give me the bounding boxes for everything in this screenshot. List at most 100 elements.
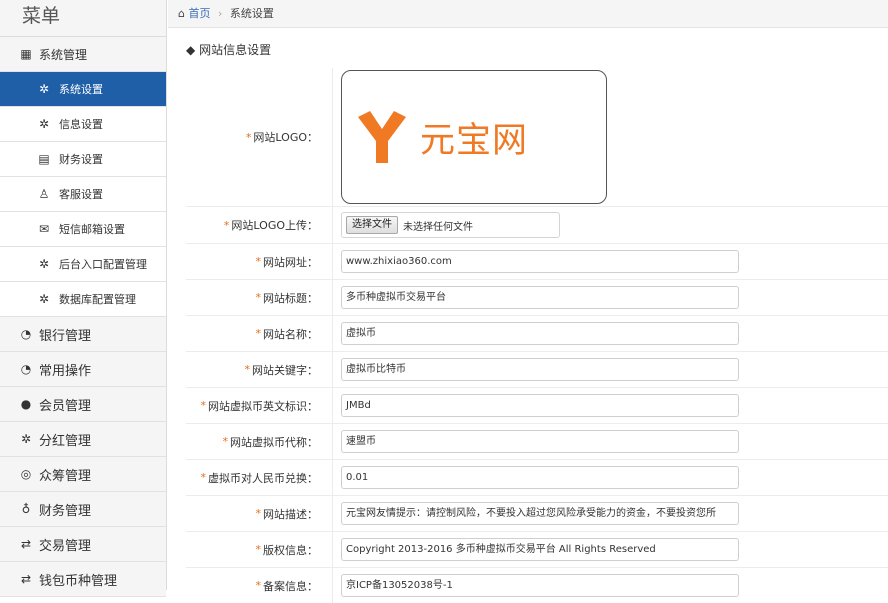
- text-input[interactable]: 多币种虚拟币交易平台: [341, 286, 739, 309]
- breadcrumb-home-link[interactable]: 首页: [188, 7, 210, 20]
- form-row: * 网站名称： 虚拟币: [186, 315, 888, 351]
- sidebar-group-label: 会员管理: [39, 398, 92, 414]
- text-input[interactable]: 元宝网友情提示：请控制风险，不要投入超过您风险承受能力的资金，不要投资您所: [341, 502, 739, 525]
- gear-icon: ✲: [38, 257, 50, 271]
- search-circle-icon: ◎: [20, 467, 32, 481]
- form-row: * 虚拟币对人民币兑换： 0.01: [186, 459, 888, 495]
- field-label: * 网站网址：: [186, 244, 333, 279]
- field-label: * 网站虚拟币代称：: [186, 424, 333, 459]
- logo-row: * 网站LOGO： 元宝网: [186, 68, 888, 206]
- field-label: * 网站虚拟币英文标识：: [186, 388, 333, 423]
- form-row: * 网站标题： 多币种虚拟币交易平台: [186, 279, 888, 315]
- text-input[interactable]: JMBd: [341, 394, 739, 417]
- text-input[interactable]: Copyright 2013-2016 多币种虚拟币交易平台 All Right…: [341, 538, 739, 561]
- field-label: * 备案信息：: [186, 568, 333, 603]
- choose-file-button[interactable]: 选择文件: [346, 216, 398, 234]
- file-status: 未选择任何文件: [403, 221, 473, 233]
- sidebar-group[interactable]: ◔ 银行管理: [0, 317, 166, 352]
- settings-form: * 网站LOGO： 元宝网 * 网站LOGO上传： 选择文件 未选择任何文件 * 网站…: [186, 68, 888, 603]
- logo-label: * 网站LOGO：: [186, 68, 333, 206]
- field-label: * 虚拟币对人民币兑换：: [186, 460, 333, 495]
- user-headset-icon: ♙: [38, 187, 50, 201]
- sidebar-group[interactable]: ◔ 常用操作: [0, 352, 166, 387]
- gear-icon: ✲: [38, 82, 50, 96]
- ledger-icon: ▤: [38, 152, 50, 166]
- sidebar: 菜单 ▦ 系统管理 ✲ 系统设置 ✲ 信息设置 ▤ 财务设置 ♙ 客服设置 ✉ 短信邮箱设置 ✲ 后台…: [0, 0, 167, 597]
- field-label: * 版权信息：: [186, 532, 333, 567]
- sidebar-title: 菜单: [0, 0, 166, 37]
- sidebar-subitem[interactable]: ✲ 信息设置: [0, 107, 166, 142]
- form-row: * 网站网址： www.zhixiao360.com: [186, 243, 888, 279]
- sidebar-group[interactable]: ◎ 众筹管理: [0, 457, 166, 492]
- home-icon: ⌂: [178, 7, 185, 20]
- logo-preview: 元宝网: [341, 70, 607, 204]
- form-row: * 网站描述： 元宝网友情提示：请控制风险，不要投入超过您风险承受能力的资金，不要投…: [186, 495, 888, 531]
- sidebar-subitem[interactable]: ▤ 财务设置: [0, 142, 166, 177]
- user-icon: ●: [20, 397, 32, 411]
- form-row: * 版权信息： Copyright 2013-2016 多币种虚拟币交易平台 All…: [186, 531, 888, 567]
- breadcrumb-separator: ›: [217, 7, 223, 20]
- upload-row: * 网站LOGO上传： 选择文件 未选择任何文件: [186, 206, 888, 243]
- main-content: ⌂ 首页 › 系统设置 ◆ 网站信息设置 * 网站LOGO： 元宝网 * 网站LOG…: [168, 0, 888, 603]
- sidebar-subitem-label: 信息设置: [59, 118, 103, 131]
- circle-arrow-icon: ◔: [20, 362, 32, 376]
- sidebar-group-label: 常用操作: [39, 363, 92, 379]
- field-label: * 网站标题：: [186, 280, 333, 315]
- sidebar-group-label: 银行管理: [39, 328, 92, 344]
- logo-brand-text: 元宝网: [420, 120, 529, 161]
- envelope-icon: ✉: [38, 222, 50, 236]
- sidebar-group[interactable]: ⇄ 钱包币种管理: [0, 562, 166, 597]
- sidebar-subitem-label: 财务设置: [59, 153, 103, 166]
- gear-icon: ✲: [38, 117, 50, 131]
- sidebar-item-label: 系统管理: [39, 47, 88, 62]
- sidebar-subitem[interactable]: ✲ 系统设置: [0, 72, 166, 107]
- sidebar-subitem[interactable]: ♙ 客服设置: [0, 177, 166, 212]
- money-bag-icon: ♁: [21, 502, 31, 516]
- sidebar-group-label: 分红管理: [39, 433, 92, 449]
- text-input[interactable]: 京ICP备13052038号-1: [341, 574, 739, 597]
- sidebar-group[interactable]: ● 会员管理: [0, 387, 166, 422]
- logo-mark-icon: [358, 111, 406, 163]
- sidebar-group[interactable]: ⇄ 交易管理: [0, 527, 166, 562]
- field-label: * 网站关键字：: [186, 352, 333, 387]
- sidebar-group-label: 财务管理: [39, 503, 92, 519]
- sidebar-group-label: 众筹管理: [39, 468, 92, 484]
- gear-icon: ✲: [20, 432, 32, 446]
- sidebar-group[interactable]: ♁ 财务管理: [0, 492, 166, 527]
- breadcrumb: ⌂ 首页 › 系统设置: [168, 0, 888, 28]
- breadcrumb-current: 系统设置: [229, 7, 274, 20]
- sidebar-subitem-label: 系统设置: [59, 83, 103, 96]
- form-row: * 备案信息： 京ICP备13052038号-1: [186, 567, 888, 603]
- sidebar-subitem[interactable]: ✉ 短信邮箱设置: [0, 212, 166, 247]
- sidebar-group-label: 交易管理: [39, 538, 92, 554]
- sidebar-subitem-label: 短信邮箱设置: [59, 223, 125, 236]
- field-label: * 网站描述：: [186, 496, 333, 531]
- sidebar-group[interactable]: ✲ 分红管理: [0, 422, 166, 457]
- circle-arrow-icon: ◔: [20, 327, 32, 341]
- file-upload: 选择文件 未选择任何文件: [341, 212, 560, 238]
- text-input[interactable]: www.zhixiao360.com: [341, 250, 739, 273]
- sidebar-item-system[interactable]: ▦ 系统管理: [0, 37, 166, 72]
- sidebar-subitem-label: 数据库配置管理: [59, 293, 136, 306]
- sidebar-subitem[interactable]: ✲ 数据库配置管理: [0, 282, 166, 317]
- form-row: * 网站关键字： 虚拟币比特币: [186, 351, 888, 387]
- upload-label: * 网站LOGO上传：: [186, 207, 333, 243]
- sidebar-group-label: 钱包币种管理: [39, 573, 118, 589]
- tag-icon: ◆: [186, 43, 196, 57]
- text-input[interactable]: 虚拟币: [341, 322, 739, 345]
- exchange-icon: ⇄: [20, 572, 32, 586]
- exchange-icon: ⇄: [20, 537, 32, 551]
- text-input[interactable]: 虚拟币比特币: [341, 358, 739, 381]
- form-row: * 网站虚拟币代称： 速盟币: [186, 423, 888, 459]
- sidebar-subitem-label: 后台入口配置管理: [59, 258, 147, 271]
- section-header: ◆ 网站信息设置: [168, 28, 888, 68]
- field-label: * 网站名称：: [186, 316, 333, 351]
- text-input[interactable]: 0.01: [341, 466, 739, 489]
- form-row: * 网站虚拟币英文标识： JMBd: [186, 387, 888, 423]
- gear-icon: ✲: [38, 292, 50, 306]
- section-title: 网站信息设置: [199, 43, 272, 57]
- sidebar-subitem[interactable]: ✲ 后台入口配置管理: [0, 247, 166, 282]
- text-input[interactable]: 速盟币: [341, 430, 739, 453]
- grid-icon: ▦: [20, 47, 32, 61]
- sidebar-subitem-label: 客服设置: [59, 188, 103, 201]
